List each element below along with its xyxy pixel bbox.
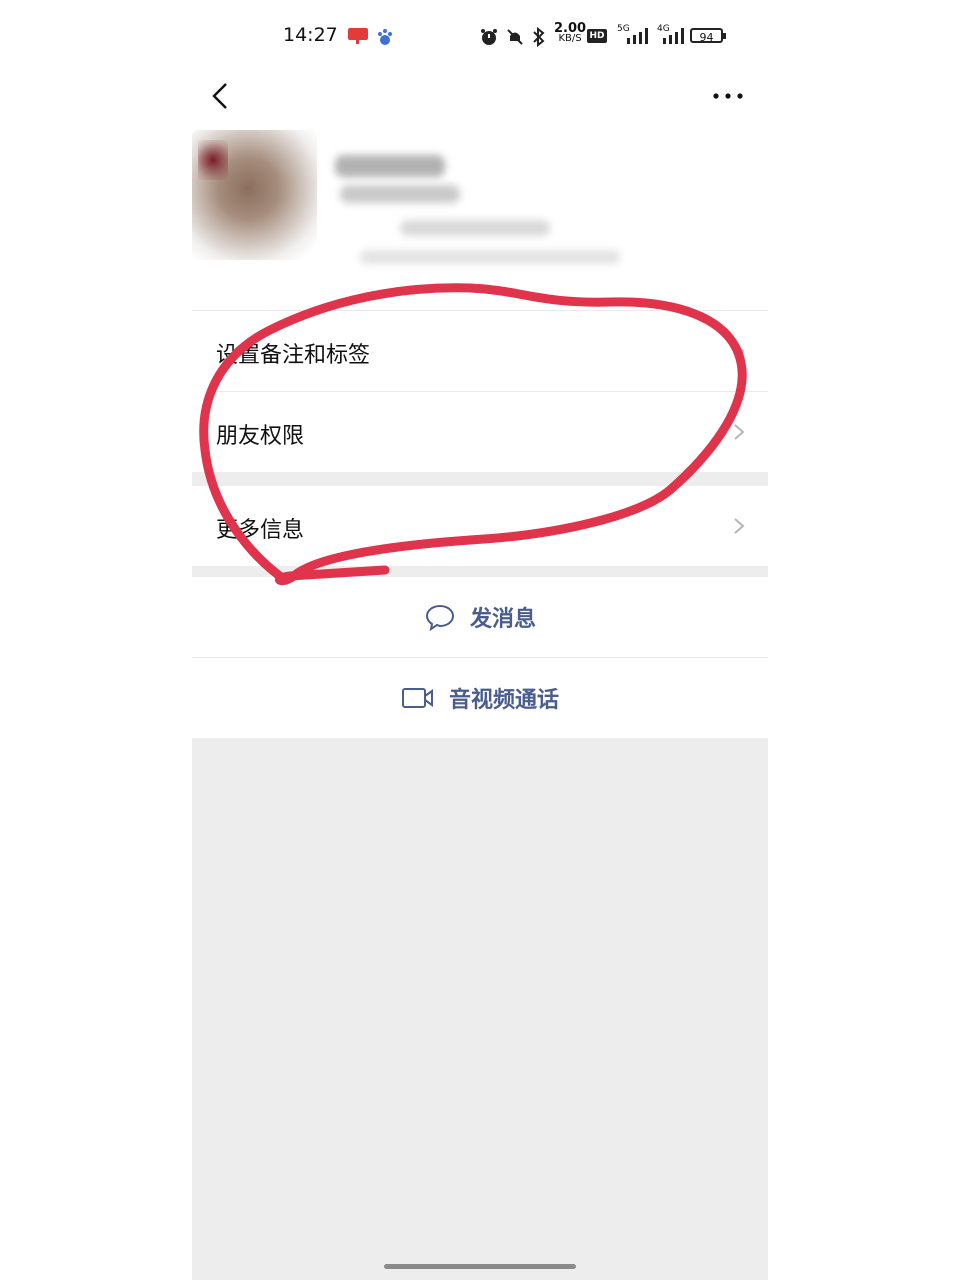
video-call-label: 音视频通话	[448, 688, 559, 713]
section-gap	[192, 566, 768, 577]
menu-item-permission[interactable]: 朋友权限	[192, 392, 768, 472]
mute-icon	[507, 29, 523, 45]
chevron-right-icon	[734, 343, 745, 359]
network-speed: 2.00 KB/S	[554, 21, 587, 44]
chat-bubble-icon	[425, 604, 454, 631]
battery-indicator: 94	[690, 28, 726, 44]
avatar[interactable]	[192, 130, 317, 260]
profile-name-redacted	[330, 140, 640, 285]
video-icon	[401, 688, 433, 708]
menu-item-label: 更多信息	[216, 518, 305, 543]
send-message-label: 发消息	[469, 607, 536, 632]
hd-badge: HD	[587, 29, 607, 43]
empty-area	[192, 738, 768, 1280]
back-icon[interactable]	[206, 80, 236, 112]
signal-icon	[627, 28, 648, 44]
menu-item-label: 朋友权限	[216, 424, 305, 449]
alarm-icon	[481, 29, 497, 45]
menu-item-more-info[interactable]: 更多信息	[192, 486, 768, 566]
signal-icon-2	[663, 28, 684, 44]
status-bar: 14:27 2.00 KB/S HD 5G 4G 94	[0, 0, 960, 70]
send-message-button[interactable]: 发消息	[192, 577, 768, 657]
chevron-right-icon	[734, 424, 745, 440]
notification-app-icon	[348, 28, 368, 44]
menu-item-label: 设置备注和标签	[216, 343, 371, 368]
menu-item-remark[interactable]: 设置备注和标签	[192, 311, 768, 391]
chevron-right-icon	[734, 518, 745, 534]
paw-icon	[378, 29, 392, 45]
section-gap	[192, 472, 768, 486]
status-time: 14:27	[283, 24, 338, 46]
home-indicator[interactable]	[384, 1264, 576, 1269]
more-icon[interactable]	[710, 86, 746, 106]
bluetooth-icon	[533, 26, 545, 48]
video-call-button[interactable]: 音视频通话	[192, 658, 768, 738]
